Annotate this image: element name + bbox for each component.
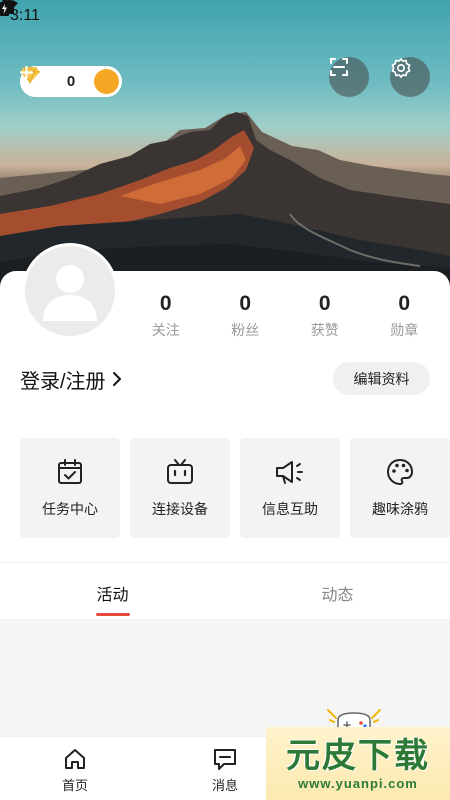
stat-label: 获赞 xyxy=(310,322,339,338)
tab-activities[interactable]: 活动 xyxy=(0,563,225,619)
tile-label: 趣味涂鸦 xyxy=(372,501,428,517)
edit-profile-button[interactable]: 编辑资料 xyxy=(333,362,430,395)
tile-connect-device[interactable]: 连接设备 xyxy=(130,438,230,538)
coin-balance-pill[interactable]: 0 xyxy=(20,66,122,97)
avatar[interactable] xyxy=(22,243,118,339)
calendar-check-icon xyxy=(58,459,82,484)
stat-value: 0 xyxy=(318,292,331,315)
add-coins-button[interactable] xyxy=(20,66,119,94)
gear-icon xyxy=(391,58,411,78)
watermark-logo: 元皮下载 www.yuanpi.com xyxy=(266,727,450,800)
login-register-label: 登录/注册 xyxy=(20,370,106,393)
stat-value: 0 xyxy=(398,292,411,315)
stat-value: 0 xyxy=(239,292,252,315)
tile-info-mutual-help[interactable]: 信息互助 xyxy=(240,438,340,538)
message-icon xyxy=(214,749,236,770)
settings-button[interactable] xyxy=(390,57,430,97)
stat-label: 勋章 xyxy=(390,322,419,338)
default-avatar-icon xyxy=(43,265,97,321)
megaphone-icon xyxy=(276,461,303,484)
stat-following[interactable]: 0 关注 xyxy=(126,290,206,342)
tab-label: 动态 xyxy=(321,587,354,604)
stat-label: 关注 xyxy=(151,322,180,338)
watermark-title: 元皮下载 xyxy=(286,736,430,776)
tab-content-area xyxy=(0,619,450,736)
plus-icon xyxy=(20,66,33,79)
stat-label: 粉丝 xyxy=(231,322,260,338)
watermark-url: www.yuanpi.com xyxy=(298,776,418,791)
chevron-right-icon xyxy=(112,372,121,386)
function-tiles: 任务中心 连接设备 信息互助 趣味涂鸦 xyxy=(20,438,450,538)
nav-item-home[interactable]: 首页 xyxy=(0,737,150,800)
battery-icon xyxy=(0,0,9,16)
stat-value: 0 xyxy=(159,292,172,315)
palette-icon xyxy=(387,459,413,485)
tile-fun-doodle[interactable]: 趣味涂鸦 xyxy=(350,438,450,538)
tile-label: 连接设备 xyxy=(152,501,208,517)
active-tab-indicator xyxy=(95,613,130,616)
tile-task-center[interactable]: 任务中心 xyxy=(20,438,120,538)
tab-feed[interactable]: 动态 xyxy=(225,563,450,619)
stat-likes[interactable]: 0 获赞 xyxy=(285,290,365,342)
coin-count: 0 xyxy=(66,73,76,90)
content-tabs: 活动 动态 xyxy=(0,563,450,619)
tile-label: 任务中心 xyxy=(42,501,98,517)
nav-label: 首页 xyxy=(61,778,88,793)
scan-button[interactable] xyxy=(329,57,369,97)
tv-device-icon xyxy=(167,459,193,484)
tab-label: 活动 xyxy=(96,587,129,604)
nav-label: 消息 xyxy=(211,778,238,793)
home-icon xyxy=(65,749,85,769)
stat-followers[interactable]: 0 粉丝 xyxy=(206,290,286,342)
stat-badges[interactable]: 0 勋章 xyxy=(365,290,445,342)
profile-stats: 0 关注 0 粉丝 0 获赞 0 勋章 xyxy=(126,290,444,342)
tile-label: 信息互助 xyxy=(262,501,318,517)
login-register-link[interactable]: 登录/注册 xyxy=(20,364,122,394)
status-bar: 3:11 xyxy=(0,0,450,32)
scan-icon xyxy=(330,58,348,76)
